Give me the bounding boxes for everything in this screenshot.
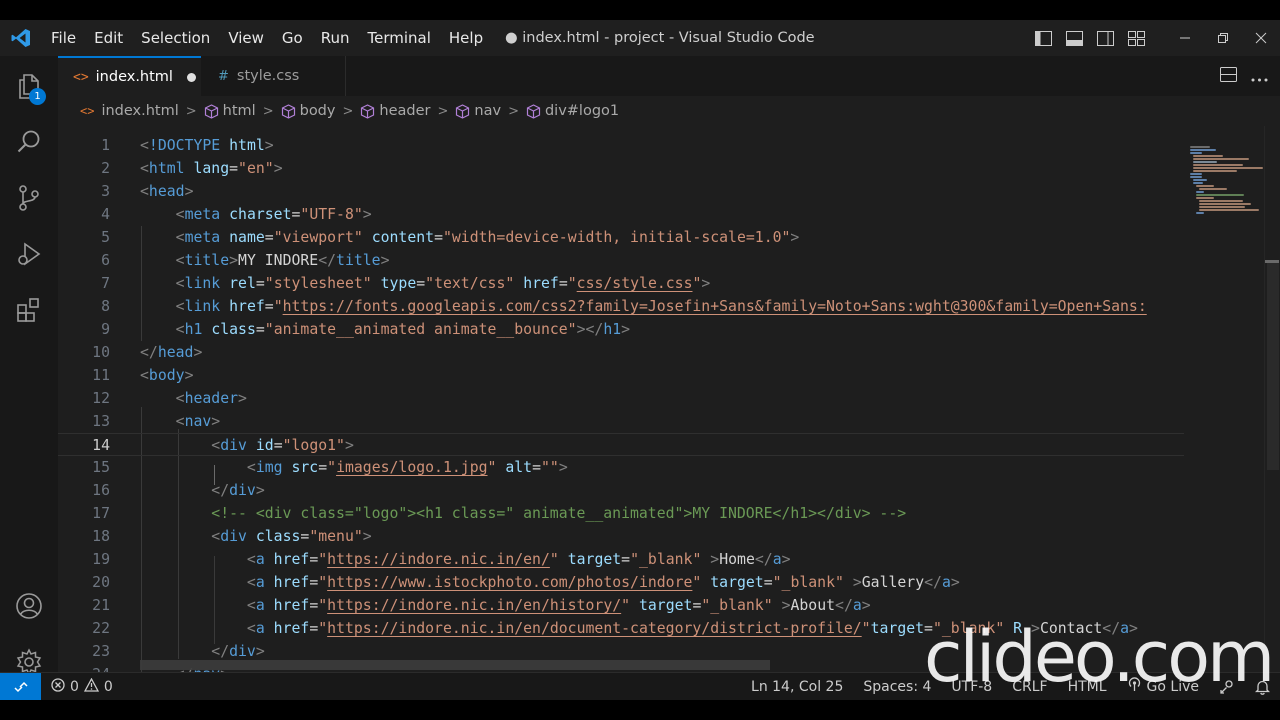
breadcrumb-body[interactable]: body xyxy=(281,103,335,119)
menu-bar: File Edit Selection View Go Run Terminal… xyxy=(42,20,492,56)
cube-icon xyxy=(360,103,375,119)
vscode-logo-icon xyxy=(0,20,42,56)
cube-icon xyxy=(526,103,541,119)
restore-icon[interactable] xyxy=(1204,20,1242,56)
vscode-window: File Edit Selection View Go Run Terminal… xyxy=(0,20,1280,700)
toggle-panel-icon[interactable] xyxy=(1059,20,1090,56)
menu-run[interactable]: Run xyxy=(312,20,359,56)
window-title: ● index.html - project - Visual Studio C… xyxy=(505,30,815,46)
menu-file[interactable]: File xyxy=(42,20,85,56)
explorer-icon[interactable]: 1 xyxy=(0,58,58,114)
title-bar: File Edit Selection View Go Run Terminal… xyxy=(0,20,1280,56)
tab-style-css[interactable]: # style.css xyxy=(201,56,346,96)
code-line: 21 <a href="https://indore.nic.in/en/his… xyxy=(92,597,871,614)
tab-index-html[interactable]: <> index.html xyxy=(58,56,201,96)
scrollbar-thumb[interactable] xyxy=(1267,260,1279,470)
code-line: 1 <!DOCTYPE html> xyxy=(101,137,274,154)
menu-go[interactable]: Go xyxy=(273,20,312,56)
problems-indicator[interactable]: 0 0 xyxy=(41,677,113,696)
chevron-right-icon: > xyxy=(508,103,519,119)
code-line: 18 <div class="menu"> xyxy=(92,528,372,545)
breadcrumb: <> index.html > html > body > header > na… xyxy=(58,96,1280,126)
warning-count: 0 xyxy=(103,678,113,695)
code-line: 7 <link rel="stylesheet" type="text/css"… xyxy=(101,275,711,292)
chevron-right-icon: > xyxy=(342,103,354,119)
menu-terminal[interactable]: Terminal xyxy=(359,20,440,56)
extensions-icon[interactable] xyxy=(0,282,58,338)
menu-view[interactable]: View xyxy=(219,20,273,56)
code-line: 15 <img src="images/logo.1.jpg" alt=""> xyxy=(92,459,568,476)
chevron-right-icon: > xyxy=(437,103,449,119)
code-line: 2 <html lang="en"> xyxy=(101,160,283,177)
code-line: 8 <link href="https://fonts.googleapis.c… xyxy=(101,298,1147,315)
error-icon xyxy=(51,677,65,696)
code-line: 9 <h1 class="animate__animated animate__… xyxy=(101,321,631,338)
title-controls xyxy=(1028,20,1280,56)
breadcrumb-header[interactable]: header xyxy=(360,103,430,119)
tab-label: index.html xyxy=(95,69,173,85)
cube-icon xyxy=(455,103,470,119)
menu-selection[interactable]: Selection xyxy=(132,20,219,56)
code-line: 6 <title>MY INDORE</title> xyxy=(101,252,390,269)
breadcrumb-file[interactable]: <> index.html xyxy=(80,103,179,119)
cube-icon xyxy=(281,103,296,119)
breadcrumb-nav[interactable]: nav xyxy=(455,103,501,119)
breadcrumb-html[interactable]: html xyxy=(204,103,256,119)
code-line: 13 <nav> xyxy=(92,413,221,430)
toggle-primary-sidebar-icon[interactable] xyxy=(1028,20,1059,56)
tab-label: style.css xyxy=(236,68,300,84)
cube-icon xyxy=(204,103,219,119)
code-line: 5 <meta name="viewport" content="width=d… xyxy=(101,229,800,246)
warning-icon xyxy=(83,677,100,696)
code-line: 3 <head> xyxy=(101,183,194,200)
activity-bar: 1 xyxy=(0,56,58,676)
horizontal-scrollbar[interactable] xyxy=(140,660,770,670)
accounts-icon[interactable] xyxy=(0,578,58,634)
code-line: 17 <!-- <div class="logo"><h1 class=" an… xyxy=(92,505,907,522)
watermark-logo: clideo.com xyxy=(924,616,1275,698)
current-code-line: 14 <div id="logo1"> xyxy=(58,433,1184,456)
menu-edit[interactable]: Edit xyxy=(85,20,132,56)
unsaved-dot-icon[interactable] xyxy=(186,72,196,82)
minimap[interactable] xyxy=(1188,126,1264,672)
more-actions-icon[interactable] xyxy=(1251,67,1268,86)
code-line: 19 <a href="https://indore.nic.in/en/" t… xyxy=(92,551,791,568)
code-line: 11 <body> xyxy=(92,367,194,384)
minimize-icon[interactable] xyxy=(1166,20,1204,56)
html-icon: <> xyxy=(80,104,95,118)
editor-actions xyxy=(1220,56,1268,96)
customize-layout-icon[interactable] xyxy=(1121,20,1152,56)
breadcrumb-div-logo1[interactable]: div#logo1 xyxy=(526,103,619,119)
error-count: 0 xyxy=(70,678,79,695)
vertical-scrollbar[interactable] xyxy=(1264,126,1280,672)
menu-help[interactable]: Help xyxy=(440,20,492,56)
code-line: 16 </div> xyxy=(92,482,265,499)
code-line: 4 <meta charset="UTF-8"> xyxy=(101,206,372,223)
code-line: 20 <a href="https://www.istockphoto.com/… xyxy=(92,574,960,591)
css-icon: # xyxy=(218,68,229,84)
remote-window-icon[interactable] xyxy=(0,672,41,700)
explorer-badge: 1 xyxy=(29,88,46,105)
cursor-position-marker xyxy=(1265,260,1279,263)
tab-bar: <> index.html # style.css xyxy=(58,56,1280,96)
chevron-right-icon: > xyxy=(262,103,274,119)
code-editor[interactable]: 1 <!DOCTYPE html> 2 <html lang="en"> 3 <hea… xyxy=(58,134,1184,672)
code-line: 10 </head> xyxy=(92,344,203,361)
close-icon[interactable] xyxy=(1242,20,1280,56)
run-and-debug-icon[interactable] xyxy=(0,226,58,282)
cursor-position[interactable]: Ln 14, Col 25 xyxy=(741,679,853,695)
chevron-right-icon: > xyxy=(185,103,197,119)
toggle-secondary-sidebar-icon[interactable] xyxy=(1090,20,1121,56)
split-editor-icon[interactable] xyxy=(1220,66,1237,86)
search-icon[interactable] xyxy=(0,114,58,170)
html-icon: <> xyxy=(73,69,89,85)
source-control-icon[interactable] xyxy=(0,170,58,226)
code-line: 12 <header> xyxy=(92,390,247,407)
